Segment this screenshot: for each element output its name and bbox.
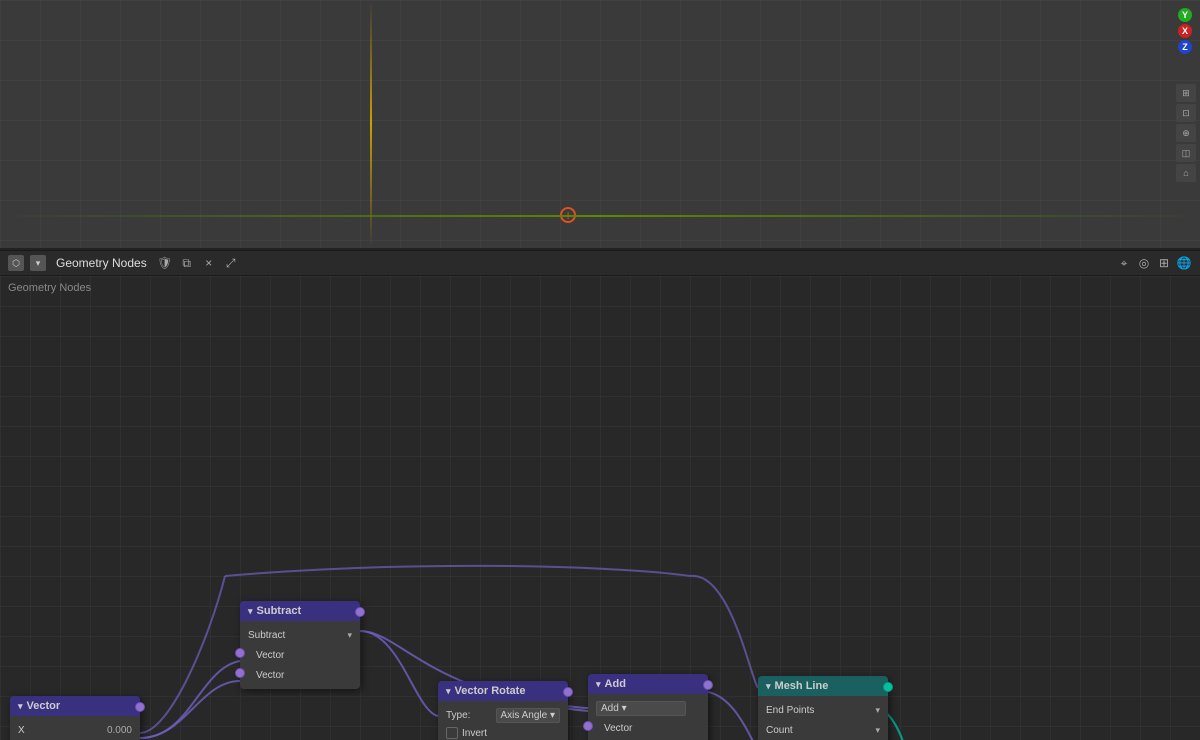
header-bar: ⬡ ▾ Geometry Nodes 🛡 ⧉ × ⤢ ⌖ ◎ ⊞ 🌐 — [0, 250, 1200, 276]
tool-2[interactable]: ◎ — [1136, 255, 1152, 271]
viewport-3d: Y X Z ⊞ ⊡ ⊕ ◫ ⌂ — [0, 0, 1200, 250]
vectorrotate-out-socket[interactable] — [563, 687, 573, 697]
vectorrotate-chevron: ▾ — [446, 686, 451, 697]
dropdown-icon[interactable]: ▾ — [30, 255, 46, 271]
subtract-v1-socket[interactable] — [235, 648, 245, 658]
vectorrotate-type-row[interactable]: Type: Axis Angle ▾ — [438, 705, 568, 725]
invert-row[interactable]: Invert — [438, 725, 568, 740]
x-axis-dot: X — [1178, 24, 1192, 38]
meshline2-count-label-row[interactable]: Count ▾ — [758, 720, 888, 740]
x-row: X 0.000 — [10, 720, 140, 740]
add-chevron: ▾ — [596, 679, 601, 690]
meshline-node-2[interactable]: ▾ Mesh Line End Points ▾ Count ▾ Count 1… — [758, 676, 888, 740]
viewport-tool-3[interactable]: ⊕ — [1176, 124, 1196, 142]
vector-node-1[interactable]: ▾ Vector X 0.000 Y -1.000 Z 1.000 — [10, 696, 140, 740]
node-editor-label: Geometry Nodes — [8, 282, 91, 294]
meshline2-body: End Points ▾ Count ▾ Count 10 Start Loca… — [758, 696, 888, 740]
subtract-node[interactable]: ▾ Subtract Subtract ▾ Vector Vector — [240, 601, 360, 689]
subtract-v1-row: Vector — [240, 645, 360, 665]
subtract-v2-socket[interactable] — [235, 668, 245, 678]
vector-node-1-title: Vector — [27, 700, 61, 712]
vector-node-1-header: ▾ Vector — [10, 696, 140, 716]
add-out-socket[interactable] — [703, 680, 713, 690]
vector-node-1-body: X 0.000 Y -1.000 Z 1.000 — [10, 716, 140, 740]
axis-indicator: Y X Z — [1178, 8, 1192, 54]
y-axis-dot: Y — [1178, 8, 1192, 22]
tool-globe[interactable]: 🌐 — [1176, 255, 1192, 271]
add-header: ▾ Add — [588, 674, 708, 694]
meshline2-chevron: ▾ — [766, 681, 771, 692]
node-connections — [0, 276, 1200, 740]
add-v1-row: Vector — [588, 718, 708, 738]
add-title: Add — [605, 678, 626, 690]
meshline2-title: Mesh Line — [775, 680, 829, 692]
invert-checkbox[interactable] — [446, 727, 458, 739]
add-v1-socket[interactable] — [583, 721, 593, 731]
tool-1[interactable]: ⌖ — [1116, 255, 1132, 271]
add-type-row[interactable]: Add ▾ — [588, 698, 708, 718]
pin-icon[interactable]: ⤢ — [223, 255, 239, 271]
node-editor[interactable]: Geometry Nodes — [0, 276, 1200, 740]
meshline2-header: ▾ Mesh Line — [758, 676, 888, 696]
viewport-tool-2[interactable]: ⊡ — [1176, 104, 1196, 122]
header-right-tools: ⌖ ◎ ⊞ 🌐 — [1116, 255, 1192, 271]
viewport-crosshair — [560, 207, 576, 223]
subtract-chevron: ▾ — [248, 606, 253, 617]
subtract-type-row[interactable]: Subtract ▾ — [240, 625, 360, 645]
vectorrotate-title: Vector Rotate — [455, 685, 526, 697]
meshline2-out-socket[interactable] — [883, 682, 893, 692]
viewport-tools: ⊞ ⊡ ⊕ ◫ ⌂ — [1172, 80, 1200, 186]
close-button[interactable]: × — [201, 255, 217, 271]
z-axis-dot: Z — [1178, 40, 1192, 54]
vectorrotate-header: ▾ Vector Rotate — [438, 681, 568, 701]
tool-3[interactable]: ⊞ — [1156, 255, 1172, 271]
viewport-tool-5[interactable]: ⌂ — [1176, 164, 1196, 182]
header-title: Geometry Nodes — [56, 256, 147, 270]
add-body: Add ▾ Vector Vector — [588, 694, 708, 740]
subtract-v2-row: Vector — [240, 665, 360, 685]
subtract-header: ▾ Subtract — [240, 601, 360, 621]
add-node[interactable]: ▾ Add Add ▾ Vector Vector — [588, 674, 708, 740]
viewport-tool-1[interactable]: ⊞ — [1176, 84, 1196, 102]
meshline2-endpoints-row[interactable]: End Points ▾ — [758, 700, 888, 720]
viewport-tool-4[interactable]: ◫ — [1176, 144, 1196, 162]
vector-out-socket[interactable] — [135, 702, 145, 712]
vectorrotate-node[interactable]: ▾ Vector Rotate Type: Axis Angle ▾ Inver… — [438, 681, 568, 740]
subtract-title: Subtract — [257, 605, 302, 617]
node-editor-icon: ⬡ — [8, 255, 24, 271]
subtract-body: Subtract ▾ Vector Vector — [240, 621, 360, 689]
chevron-icon: ▾ — [18, 701, 23, 712]
shield-icon[interactable]: 🛡 — [157, 255, 173, 271]
copy-icon[interactable]: ⧉ — [179, 255, 195, 271]
subtract-out-socket[interactable] — [355, 607, 365, 617]
vectorrotate-body: Type: Axis Angle ▾ Invert Vector Center … — [438, 701, 568, 740]
